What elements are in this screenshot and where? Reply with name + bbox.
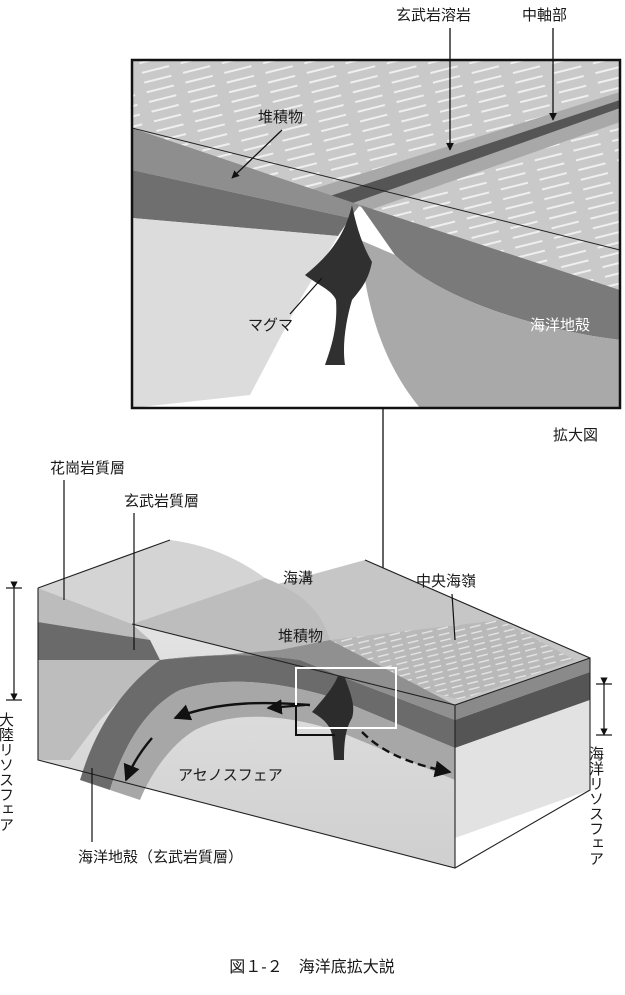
inset-magnified-view <box>130 58 622 410</box>
figure-caption: 図１-２ 海洋底拡大説 <box>229 957 394 976</box>
label-axial-zone: 中軸部 <box>522 6 567 24</box>
continental-lithosphere-bracket <box>6 581 22 701</box>
label-inset-title: 拡大図 <box>553 426 598 444</box>
label-inset-oceanic-crust: 海洋地殻 <box>530 316 590 334</box>
label-basalt-lava: 玄武岩溶岩 <box>396 6 471 24</box>
label-continental-lithosphere: 大陸リソスフェア <box>0 712 15 832</box>
label-granite-layer: 花崗岩質層 <box>50 459 125 477</box>
main-block-diagram <box>37 539 591 869</box>
label-basalt-layer: 玄武岩質層 <box>124 492 199 510</box>
label-oceanic-lithosphere: 海洋リソスフェア <box>587 746 605 866</box>
label-oceanic-crust-basalt: 海洋地殻（玄武岩質層） <box>78 848 243 866</box>
label-asthenosphere: アセノスフェア <box>178 766 283 784</box>
label-main-sediment: 堆積物 <box>278 627 323 645</box>
oceanic-lithosphere-bracket <box>596 677 612 736</box>
label-magma: マグマ <box>248 316 293 334</box>
label-ridge: 中央海嶺 <box>416 572 476 590</box>
label-inset-sediment: 堆積物 <box>258 108 303 126</box>
label-trench: 海溝 <box>283 569 313 587</box>
seafloor-spreading-diagram: 玄武岩溶岩 中軸部 堆積物 マグマ 海洋地殻 拡大図 花崗岩質層 玄武岩質層 海… <box>0 6 622 976</box>
